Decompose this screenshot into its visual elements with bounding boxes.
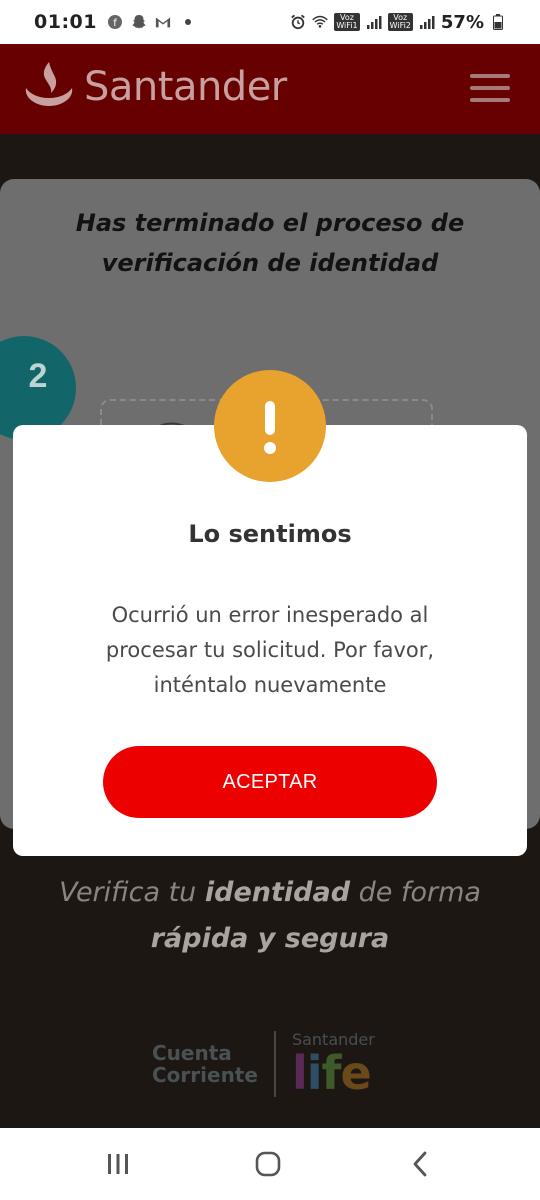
cuenta-line2: Corriente	[152, 1062, 258, 1087]
dialog-message: Ocurrió un error inesperado al procesar …	[105, 603, 435, 697]
svg-text:f: f	[113, 18, 117, 29]
santander-life-logo: Santander life	[292, 1030, 375, 1097]
wifi-icon	[312, 14, 329, 30]
exclamation-icon	[214, 370, 326, 482]
back-icon[interactable]	[402, 1148, 438, 1180]
tagline-part2: de forma	[350, 877, 481, 908]
life-big-text: life	[291, 1046, 372, 1100]
santander-logo[interactable]: Santander	[22, 58, 287, 115]
exclamation-dot	[264, 442, 276, 454]
app-header: Santander	[0, 44, 540, 134]
cuenta-line1: Cuenta	[152, 1040, 232, 1065]
alarm-icon	[290, 14, 306, 30]
status-time: 01:01	[34, 11, 97, 33]
cuenta-corriente-logo: Cuenta Corriente	[152, 1042, 258, 1086]
snapchat-icon	[131, 14, 147, 30]
hamburger-icon-bar	[470, 86, 510, 90]
tagline-bold2: rápida y segura	[150, 923, 390, 954]
tagline: Verifica tu identidad de forma rápida y …	[0, 870, 540, 962]
hamburger-icon-bar	[470, 74, 510, 78]
santander-flame-icon	[22, 58, 76, 115]
status-bar: 01:01 f Voz WiFi1 Voz WiFi2 57%	[0, 0, 540, 44]
hamburger-menu-button[interactable]	[470, 74, 510, 104]
step-number: 2	[28, 356, 48, 395]
gmail-icon	[155, 14, 171, 30]
recent-apps-icon[interactable]	[100, 1148, 136, 1180]
signal-2-icon	[419, 14, 435, 30]
notification-icons: f	[107, 14, 191, 30]
voz-wifi-2-icon: Voz WiFi2	[387, 13, 413, 31]
partner-logos: Cuenta Corriente Santander life	[152, 1030, 375, 1097]
facebook-icon: f	[107, 14, 123, 30]
signal-1-icon	[366, 14, 382, 30]
accept-button[interactable]: ACEPTAR	[103, 746, 437, 818]
tagline-bold1: identidad	[204, 877, 351, 908]
battery-icon	[490, 14, 506, 30]
brand-name: Santander	[84, 63, 287, 110]
system-icons: Voz WiFi1 Voz WiFi2 57%	[290, 12, 506, 33]
system-navigation-bar	[0, 1128, 540, 1200]
wifi1-label: WiFi1	[336, 21, 358, 30]
logo-divider	[273, 1030, 276, 1097]
hamburger-icon-bar	[470, 98, 510, 102]
home-icon[interactable]	[250, 1148, 286, 1180]
wifi2-label: WiFi2	[389, 21, 411, 30]
dialog-title: Lo sentimos	[188, 520, 352, 548]
dot-icon	[184, 19, 191, 25]
voz-wifi-1-icon: Voz WiFi1	[334, 13, 360, 31]
tagline-part1: Verifica tu	[59, 877, 205, 908]
battery-percent: 57%	[440, 11, 484, 33]
card-title: Has terminado el proceso de verificación…	[75, 209, 465, 277]
exclamation-bar	[265, 401, 275, 435]
error-dialog: Lo sentimos Ocurrió un error inesperado …	[13, 425, 527, 856]
